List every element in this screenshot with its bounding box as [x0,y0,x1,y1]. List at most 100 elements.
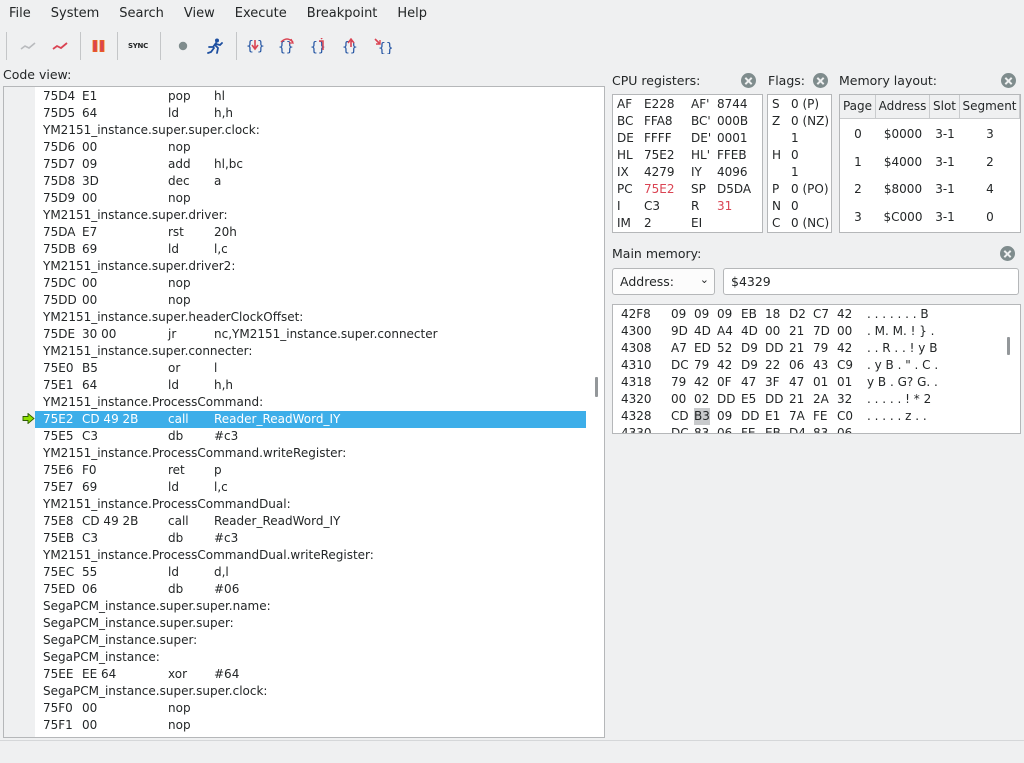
pause-icon[interactable] [85,32,113,60]
memory-byte[interactable]: 21 [789,340,804,357]
main-memory-view[interactable]: 42F8 09 09 09 EB 18 D2 C7 42. . . . . . . B 4300 9… [612,304,1021,434]
memory-layout-header[interactable]: Slot [930,95,960,119]
memory-byte[interactable]: 06 [717,425,732,433]
memory-byte[interactable]: C9 [837,357,853,374]
memory-layout-header[interactable]: Page [840,95,876,119]
memory-byte[interactable]: C0 [837,408,853,425]
register-value[interactable]: 75E2 [644,181,675,198]
sync-icon[interactable]: SYNC [124,32,152,60]
code-label-line[interactable]: YM2151_instance.ProcessCommand: [35,394,586,411]
memory-byte[interactable]: DD [717,391,735,408]
memory-byte[interactable]: 01 [837,374,852,391]
menu-search[interactable]: Search [109,0,174,28]
memory-byte[interactable]: 32 [837,391,852,408]
memory-byte[interactable]: 7D [813,323,830,340]
code-line[interactable]: 75E1 64 ld h,h [35,377,586,394]
memory-byte[interactable]: 4D [694,323,711,340]
code-line[interactable]: 75E8 CD 49 2B call Reader_ReadWord_IY [35,513,586,530]
memory-byte[interactable]: 79 [694,357,709,374]
code-line[interactable]: 75ED 06 db #06 [35,581,586,598]
memory-byte[interactable]: 06 [837,425,852,433]
code-line[interactable]: 75DE 30 00 jr nc,YM2151_instance.super.conn… [35,326,586,343]
code-line[interactable]: 75F1 00 nop [35,717,586,734]
memory-byte[interactable]: B3 [694,408,710,425]
flag-value[interactable]: 1 [791,130,799,147]
memory-byte[interactable]: E1 [765,408,780,425]
flag-value[interactable]: 1 [791,164,799,181]
memory-byte[interactable]: 79 [671,374,686,391]
memory-byte[interactable]: 42 [717,357,732,374]
code-label-line[interactable]: SegaPCM_instance.super.super: [35,615,586,632]
memory-byte[interactable]: D9 [741,357,758,374]
memory-byte[interactable]: EB [741,306,757,323]
run-to-icon[interactable]: {} [369,32,397,60]
flag-value[interactable]: 0 (P) [791,96,819,113]
code-label-line[interactable]: SegaPCM_instance.super.super.clock: [35,683,586,700]
address-mode-select[interactable]: Address: ⌄ [612,268,715,295]
memory-byte[interactable]: FE [813,408,827,425]
memory-layout-close-icon[interactable] [1001,73,1016,88]
step-out-icon[interactable]: {} [305,32,333,60]
memory-byte[interactable]: 43 [813,357,828,374]
memory-byte[interactable]: D9 [741,340,758,357]
code-label-line[interactable]: SegaPCM_instance: [35,649,586,666]
code-line[interactable]: 75D8 3D dec a [35,173,586,190]
code-view-scrollbar[interactable] [595,377,598,397]
memory-byte[interactable]: A4 [717,323,733,340]
code-line[interactable]: 75F0 00 nop [35,700,586,717]
memory-byte[interactable]: 18 [765,306,780,323]
memory-byte[interactable]: DC [671,357,689,374]
main-memory-scrollbar[interactable] [1007,337,1010,355]
memory-layout-header[interactable]: Address [876,95,930,119]
code-line[interactable]: 75E7 69 ld l,c [35,479,586,496]
register-value[interactable]: D5DA [717,181,751,198]
code-label-line[interactable]: YM2151_instance.super.connecter: [35,343,586,360]
memory-byte[interactable]: 21 [789,391,804,408]
memory-byte[interactable]: CD [671,408,689,425]
memory-byte[interactable]: 06 [789,357,804,374]
menu-file[interactable]: File [0,0,41,28]
memory-byte[interactable]: 09 [717,408,732,425]
register-value[interactable]: 2 [644,215,652,232]
memory-byte[interactable]: DC [671,425,689,433]
memory-byte[interactable]: 01 [813,374,828,391]
breakpoint-icon[interactable] [169,32,197,60]
memory-byte[interactable]: D4 [789,425,806,433]
code-label-line[interactable]: YM2151_instance.super.headerClockOffset: [35,309,586,326]
register-value[interactable]: FFA8 [644,113,673,130]
code-line[interactable]: 75D9 00 nop [35,190,586,207]
memory-byte[interactable]: 52 [717,340,732,357]
memory-byte[interactable]: C7 [813,306,829,323]
register-value[interactable]: FFEB [717,147,747,164]
flags-close-icon[interactable] [813,73,828,88]
memory-byte[interactable]: 09 [694,306,709,323]
flag-value[interactable]: 0 (NC) [791,215,829,232]
memory-byte[interactable]: 9D [671,323,688,340]
cpu-registers-close-icon[interactable] [741,73,756,88]
code-line[interactable]: 75EB C3 db #c3 [35,530,586,547]
flag-value[interactable]: 0 (PO) [791,181,829,198]
register-value[interactable]: FFFF [644,130,672,147]
register-value[interactable]: 75E2 [644,147,675,164]
memory-byte[interactable]: 3F [765,374,780,391]
code-line[interactable]: 75DC 00 nop [35,275,586,292]
main-memory-close-icon[interactable] [1000,246,1015,261]
memory-byte[interactable]: 7A [789,408,805,425]
step-back-bracket-icon[interactable]: {} [337,32,365,60]
menu-help[interactable]: Help [387,0,437,28]
memory-byte[interactable]: 79 [813,340,828,357]
code-label-line[interactable]: YM2151_instance.ProcessCommandDual.write… [35,547,586,564]
memory-byte[interactable]: 2A [813,391,829,408]
register-value[interactable]: 8744 [717,96,748,113]
code-line[interactable]: 75DA E7 rst 20h [35,224,586,241]
memory-byte[interactable]: 47 [741,374,756,391]
menu-system[interactable]: System [41,0,109,28]
code-line[interactable]: 75D7 09 add hl,bc [35,156,586,173]
code-line[interactable]: 75E6 F0 ret p [35,462,586,479]
code-label-line[interactable]: YM2151_instance.super.driver2: [35,258,586,275]
code-view[interactable]: 75D4 E1 pop hl 75D5 64 ld h,h YM2151_instance.su… [3,86,605,738]
run-icon[interactable] [201,32,229,60]
memory-byte[interactable]: 42 [694,374,709,391]
step-back-icon[interactable] [14,32,42,60]
memory-byte[interactable]: E5 [741,391,756,408]
